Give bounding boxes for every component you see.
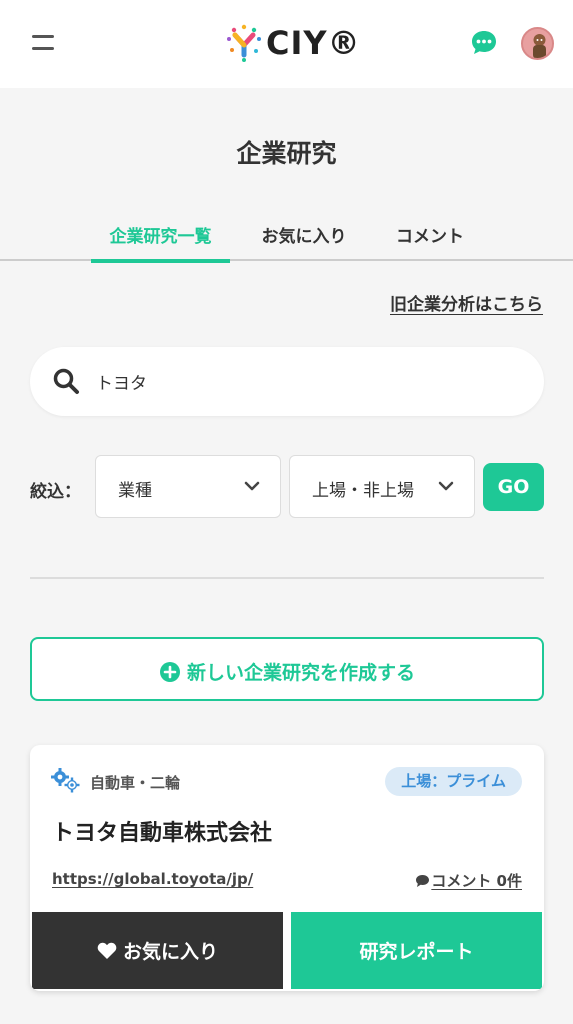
chevron-down-icon: [244, 481, 260, 491]
user-avatar[interactable]: [521, 27, 554, 60]
tab-bar: 企業研究一覧 お気に入り コメント: [0, 221, 573, 263]
plus-circle-icon: [159, 661, 180, 682]
go-button[interactable]: GO: [483, 463, 544, 511]
listing-select[interactable]: 上場・非上場: [289, 455, 475, 518]
search-icon: [53, 368, 79, 394]
app-header: CIY®: [0, 0, 573, 88]
logo-text: CIY®: [266, 24, 361, 62]
ciy-logo[interactable]: CIY®: [224, 22, 361, 64]
tab-company-research-list[interactable]: 企業研究一覧: [91, 221, 230, 263]
create-research-label: 新しい企業研究を作成する: [186, 662, 415, 684]
company-url-link[interactable]: https://global.toyota/jp/: [52, 870, 253, 888]
company-name[interactable]: トヨタ自動車株式会社: [52, 815, 272, 847]
filter-label: 絞込：: [30, 482, 81, 502]
tab-favorites[interactable]: お気に入り: [250, 221, 358, 261]
research-report-button[interactable]: 研究レポート: [291, 912, 542, 989]
comment-count-text: コメント 0件: [431, 872, 522, 890]
tab-comments[interactable]: コメント: [380, 221, 480, 261]
divider: [30, 577, 544, 579]
old-analysis-link[interactable]: 旧企業分析はこちら: [390, 290, 543, 315]
industry-select-value: 業種: [118, 481, 152, 501]
avatar-character-icon: [533, 34, 546, 58]
search-box: [30, 347, 544, 416]
comment-bubble-icon: [416, 874, 430, 887]
page-title: 企業研究: [236, 139, 337, 168]
favorite-button[interactable]: お気に入り: [32, 912, 283, 989]
industry-select[interactable]: 業種: [95, 455, 281, 518]
favorite-button-label: お気に入り: [122, 941, 218, 963]
hamburger-menu-icon[interactable]: [32, 33, 56, 53]
listing-badge: 上場：プライム: [385, 767, 522, 796]
chevron-down-icon: [438, 481, 454, 491]
chat-bubble-icon[interactable]: [470, 29, 498, 57]
gears-icon: [51, 768, 80, 793]
company-card: 自動車・二輪 上場：プライム トヨタ自動車株式会社 https://global…: [30, 745, 544, 991]
heart-icon: [97, 942, 117, 959]
ciy-logo-mark-icon: [227, 24, 261, 62]
industry-label: 自動車・二輪: [90, 774, 181, 792]
comment-count-link[interactable]: コメント 0件: [415, 870, 522, 891]
create-research-button[interactable]: 新しい企業研究を作成する: [30, 637, 544, 701]
listing-select-value: 上場・非上場: [312, 481, 414, 501]
search-input[interactable]: [96, 365, 516, 397]
